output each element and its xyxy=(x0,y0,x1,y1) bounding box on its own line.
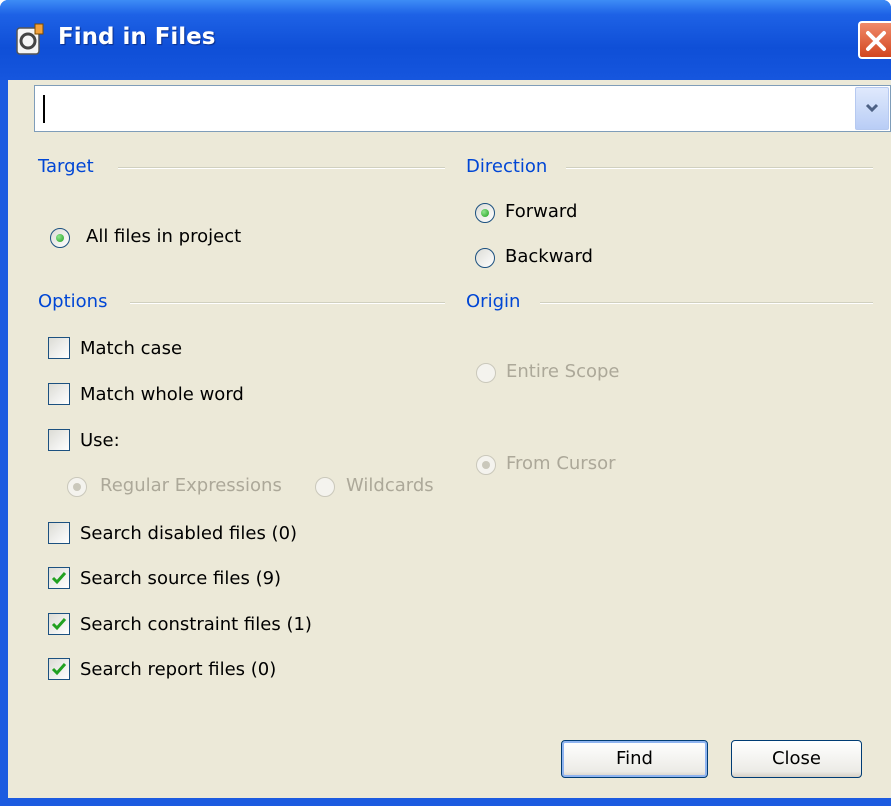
search-constraint-files-label[interactable]: Search constraint files (1) xyxy=(80,614,312,635)
app-icon xyxy=(15,22,45,56)
search-dropdown-button[interactable] xyxy=(855,87,889,130)
direction-forward-label[interactable]: Forward xyxy=(505,201,577,222)
window-bottom-border xyxy=(0,798,891,806)
origin-divider xyxy=(540,302,873,304)
wildcards-radio[interactable] xyxy=(315,477,335,497)
find-button[interactable]: Find xyxy=(561,740,708,778)
close-button[interactable]: Close xyxy=(731,740,862,778)
match-whole-word-checkbox[interactable] xyxy=(48,383,70,405)
target-group-label: Target xyxy=(38,156,94,177)
search-report-files-checkbox[interactable] xyxy=(48,658,70,680)
direction-divider xyxy=(566,167,873,169)
search-disabled-files-label[interactable]: Search disabled files (0) xyxy=(80,523,297,544)
title-bar[interactable]: Find in Files xyxy=(0,0,891,80)
options-divider xyxy=(130,302,445,304)
search-disabled-files-checkbox[interactable] xyxy=(48,522,70,544)
regular-expressions-label[interactable]: Regular Expressions xyxy=(100,475,282,496)
find-in-files-dialog: Find in Files Target All files in projec… xyxy=(0,0,891,806)
origin-entire-scope-label[interactable]: Entire Scope xyxy=(506,361,619,382)
regular-expressions-radio[interactable] xyxy=(67,477,87,497)
match-case-checkbox[interactable] xyxy=(48,337,70,359)
direction-backward-radio[interactable] xyxy=(475,248,495,268)
search-combobox[interactable] xyxy=(34,85,891,132)
options-group-label: Options xyxy=(38,291,108,312)
search-report-files-label[interactable]: Search report files (0) xyxy=(80,659,276,680)
origin-entire-scope-radio[interactable] xyxy=(476,363,496,383)
match-case-label[interactable]: Match case xyxy=(80,338,182,359)
match-whole-word-label[interactable]: Match whole word xyxy=(80,384,244,405)
direction-group-label: Direction xyxy=(466,156,548,177)
text-caret xyxy=(43,95,45,123)
wildcards-label[interactable]: Wildcards xyxy=(346,475,434,496)
window-close-button[interactable] xyxy=(858,21,891,59)
target-all-files-label[interactable]: All files in project xyxy=(86,226,241,247)
use-label[interactable]: Use: xyxy=(80,430,120,451)
window-title: Find in Files xyxy=(58,24,216,50)
search-constraint-files-checkbox[interactable] xyxy=(48,613,70,635)
origin-from-cursor-label[interactable]: From Cursor xyxy=(506,453,616,474)
origin-from-cursor-radio[interactable] xyxy=(476,455,496,475)
target-divider xyxy=(118,167,445,169)
target-all-files-radio[interactable] xyxy=(50,228,70,248)
direction-backward-label[interactable]: Backward xyxy=(505,246,593,267)
search-source-files-checkbox[interactable] xyxy=(48,567,70,589)
origin-group-label: Origin xyxy=(466,291,521,312)
search-source-files-label[interactable]: Search source files (9) xyxy=(80,568,281,589)
use-checkbox[interactable] xyxy=(48,429,70,451)
dialog-body: Target All files in project Direction Fo… xyxy=(8,80,891,798)
direction-forward-radio[interactable] xyxy=(475,203,495,223)
